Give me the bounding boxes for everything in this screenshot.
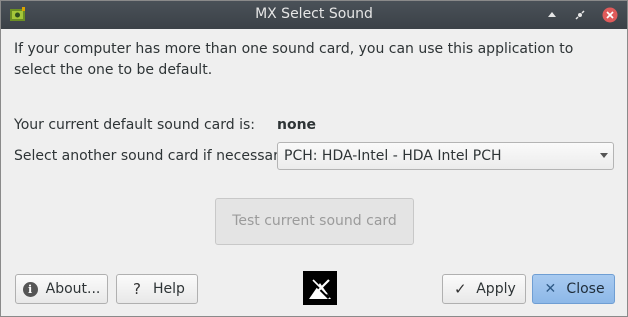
title-bar[interactable]: MX Select Sound — [1, 1, 627, 29]
about-button[interactable]: i About... — [15, 274, 108, 304]
close-button[interactable]: ✕ Close — [532, 274, 615, 304]
info-icon: i — [22, 281, 38, 297]
question-icon: ? — [133, 280, 142, 298]
help-button[interactable]: ? Help — [116, 274, 198, 304]
sound-card-select[interactable]: PCH: HDA-Intel - HDA Intel PCH — [277, 142, 614, 170]
current-card-label: Your current default sound card is: — [14, 117, 255, 133]
sound-card-selected-value: PCH: HDA-Intel - HDA Intel PCH — [284, 148, 502, 164]
apply-button[interactable]: ✓ Apply — [442, 274, 526, 304]
chevron-down-icon — [600, 153, 608, 158]
test-sound-card-button[interactable]: Test current sound card — [215, 198, 414, 245]
apply-button-label: Apply — [476, 281, 516, 297]
current-card-value: none — [277, 117, 317, 133]
shade-up-icon[interactable] — [543, 6, 561, 24]
close-button-label: Close — [566, 281, 605, 297]
app-window: MX Select Sound If your computer has mor… — [0, 0, 628, 317]
checkmark-icon: ✓ — [453, 280, 467, 298]
help-button-label: Help — [153, 281, 185, 297]
intro-text: If your computer has more than one sound… — [14, 41, 574, 78]
restore-icon[interactable] — [571, 6, 589, 24]
select-card-label: Select another sound card if necessary: — [14, 148, 291, 164]
window-close-icon[interactable] — [601, 6, 619, 24]
about-button-label: About... — [45, 281, 101, 297]
window-title: MX Select Sound — [255, 6, 373, 22]
x-icon: ✕ — [544, 281, 557, 297]
mx-linux-logo — [303, 271, 337, 305]
